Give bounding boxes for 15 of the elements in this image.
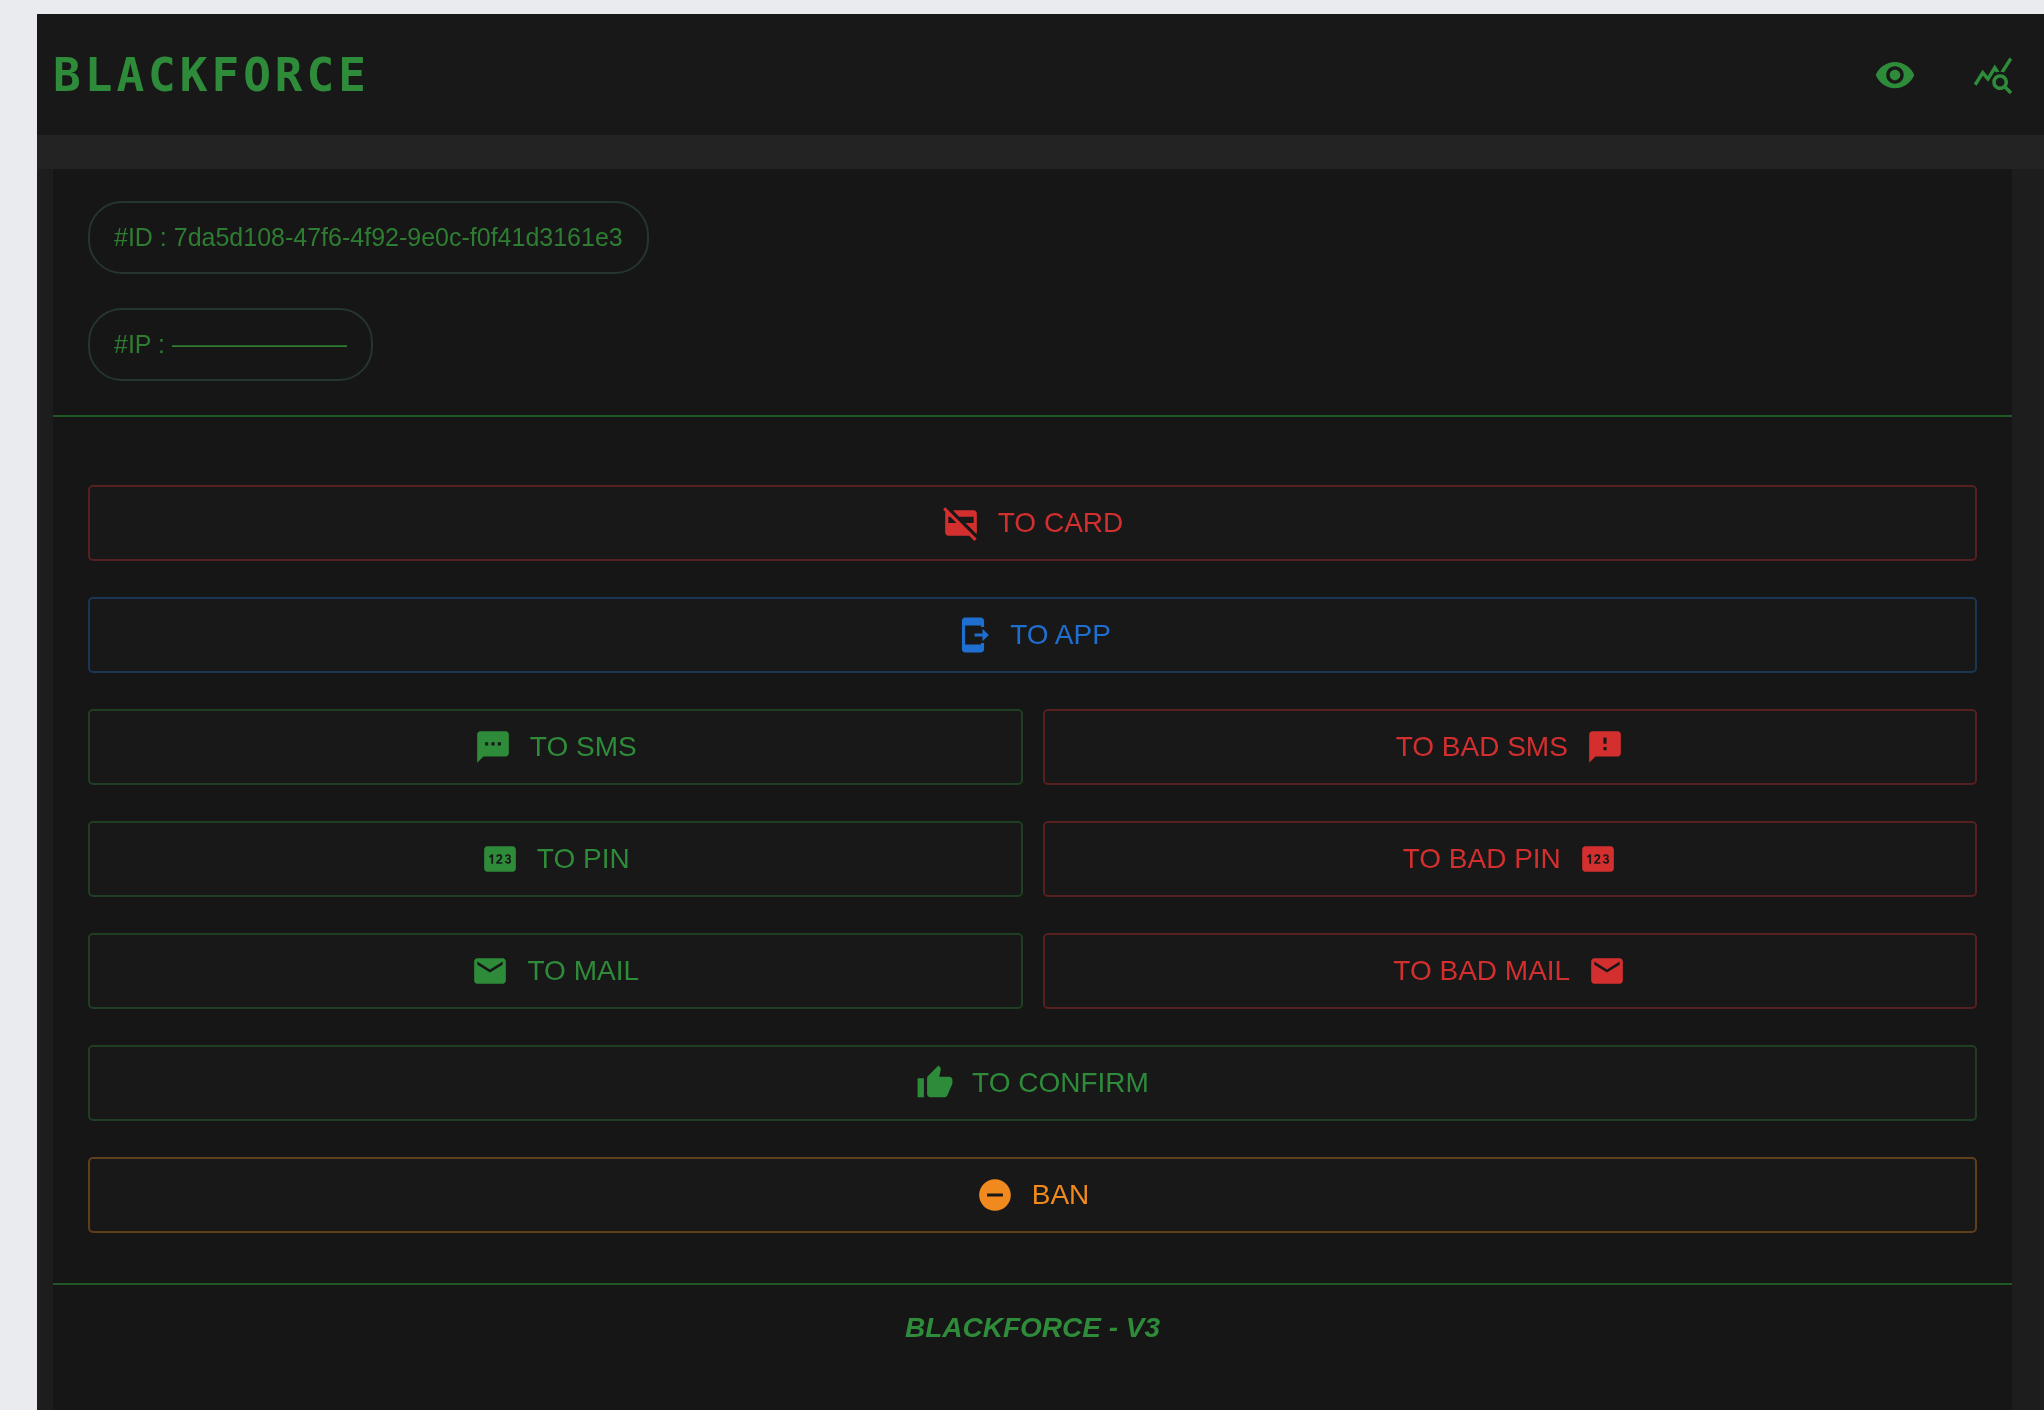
info-pill: #ID : 7da5d108-47f6-4f92-9e0c-f0f41d3161e3 <box>88 201 649 274</box>
action-button[interactable]: TO CARD <box>88 485 1977 561</box>
action-button[interactable]: BAN <box>88 1157 1977 1233</box>
card-off-icon <box>941 504 980 542</box>
action-button[interactable]: TO APP <box>88 597 1977 673</box>
info-pill: #IP : ——————— <box>88 308 373 381</box>
footer-text: BLACKFORCE - V3 <box>904 1311 1161 1344</box>
action-button[interactable]: TO BAD SMS <box>1042 709 1977 785</box>
action-button[interactable]: TO CONFIRM <box>88 1045 1977 1121</box>
action-button[interactable]: TO SMS <box>88 709 1023 785</box>
action-button[interactable]: TO BAD MAIL <box>1042 933 1977 1009</box>
logo: BLACKFORCE <box>53 47 371 102</box>
action-button[interactable]: TO BAD PIN <box>1042 821 1977 897</box>
action-button[interactable]: TO PIN <box>88 821 1023 897</box>
action-button[interactable]: TO MAIL <box>88 933 1023 1009</box>
